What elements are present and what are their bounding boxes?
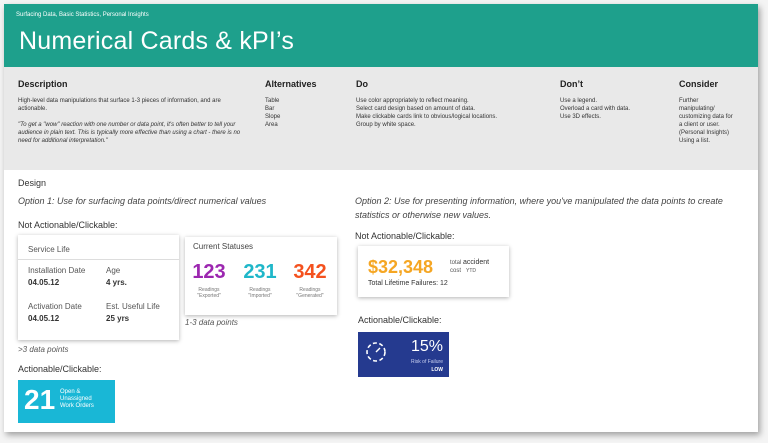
- option1-text: Option 1: Use for surfacing data points/…: [18, 196, 267, 206]
- risk-of-failure-tile[interactable]: 15% Risk of Failure LOW: [358, 332, 449, 377]
- not-actionable-label-right: Not Actionable/Clickable:: [355, 231, 455, 241]
- work-orders-tile[interactable]: 21 Open & Unassigned Work Orders: [18, 380, 115, 423]
- exported-value: 123: [192, 261, 226, 283]
- consider-item: manipulating/: [679, 106, 715, 112]
- service-life-card: Service Life Installation Date 04.05.12 …: [18, 235, 179, 340]
- statuses-title: Current Statuses: [193, 242, 254, 251]
- consider-item: (Personal Insights): [679, 130, 730, 136]
- alternatives-item: Table: [265, 98, 280, 104]
- breadcrumb: Surfacing Data, Basic Statistics, Person…: [16, 12, 149, 18]
- installation-date-label: Installation Date: [28, 266, 86, 275]
- dont-item: Use a legend.: [560, 98, 598, 104]
- description-column: Description High-level data manipulation…: [18, 79, 248, 145]
- accident-cost-value: $32,348: [368, 257, 434, 277]
- age-label: Age: [106, 266, 121, 275]
- consider-item: Further: [679, 98, 699, 104]
- header-banner: Surfacing Data, Basic Statistics, Person…: [4, 4, 758, 67]
- alternatives-item: Area: [265, 122, 278, 128]
- divider: [18, 259, 179, 260]
- activation-date-label: Activation Date: [28, 302, 82, 311]
- consider-column: Consider Further manipulating/ customizi…: [679, 79, 754, 145]
- actionable-label-right: Actionable/Clickable:: [358, 315, 442, 325]
- accident-cost-card: $32,348 total accident cost YTD Total Li…: [358, 246, 509, 297]
- actionable-label-left: Actionable/Clickable:: [18, 364, 102, 374]
- do-column: Do Use color appropriately to reflect me…: [356, 79, 546, 129]
- age-value: 4 yrs.: [106, 278, 127, 287]
- installation-date-value: 04.05.12: [28, 278, 60, 287]
- activation-date-value: 04.05.12: [28, 314, 60, 323]
- do-item: Use color appropriately to reflect meani…: [356, 98, 469, 104]
- alternatives-column: Alternatives Table Bar Slope Area: [265, 79, 345, 129]
- dont-item: Use 3D effects.: [560, 114, 601, 120]
- exported-caption: Readings "Exported": [197, 287, 221, 299]
- generated-value: 342: [293, 261, 327, 283]
- page-title: Numerical Cards & kPI’s: [19, 27, 295, 55]
- lifetime-failures: Total Lifetime Failures: 12: [368, 280, 448, 287]
- do-item: Select card design based on amount of da…: [356, 106, 476, 112]
- gauge-icon: [366, 342, 386, 362]
- alternatives-item: Bar: [265, 106, 275, 112]
- consider-heading: Consider: [679, 79, 719, 89]
- useful-life-value: 25 yrs: [106, 314, 130, 323]
- kpi-total-word: total accident: [450, 259, 490, 266]
- consider-item: customizing data for: [679, 114, 733, 120]
- current-statuses-card: Current Statuses 123 Readings "Exported" …: [185, 237, 337, 315]
- dont-item: Overload a card with data.: [560, 106, 631, 112]
- do-item: Group by white space.: [356, 122, 416, 128]
- dont-heading: Don’t: [560, 79, 583, 89]
- useful-life-label: Est. Useful Life: [106, 302, 160, 311]
- alternatives-heading: Alternatives: [265, 79, 317, 89]
- generated-caption: Readings "Generated": [296, 287, 324, 299]
- option2-text: Option 2: Use for presenting information…: [355, 196, 723, 220]
- imported-value: 231: [243, 261, 277, 283]
- risk-level: LOW: [431, 367, 443, 373]
- risk-label: Risk of Failure: [411, 359, 443, 365]
- imported-caption: Readings "Imported": [248, 287, 272, 299]
- do-heading: Do: [356, 79, 368, 89]
- few-points-note: 1-3 data points: [185, 318, 238, 327]
- design-heading: Design: [18, 178, 47, 188]
- do-item: Make clickable cards link to obvious/log…: [356, 114, 498, 120]
- alternatives-item: Slope: [265, 114, 281, 120]
- risk-value: 15%: [410, 338, 443, 355]
- slide: Surfacing Data, Basic Statistics, Person…: [4, 4, 758, 432]
- consider-item: Using a list.: [679, 138, 711, 144]
- guidelines-panel: Description High-level data manipulation…: [4, 67, 758, 170]
- description-body: High-level data manipulations that surfa…: [18, 98, 221, 112]
- work-orders-caption: Open & Unassigned Work Orders: [60, 389, 94, 409]
- service-life-title: Service Life: [28, 245, 70, 254]
- more-points-note: >3 data points: [18, 345, 69, 354]
- kpi-cost-word: cost YTD: [450, 268, 477, 274]
- description-heading: Description: [18, 79, 68, 89]
- description-quote: "To get a "wow" reaction with one number…: [18, 122, 241, 144]
- consider-item: a client or user.: [679, 122, 720, 128]
- not-actionable-label: Not Actionable/Clickable:: [18, 220, 118, 230]
- dont-column: Don’t Use a legend. Overload a card with…: [560, 79, 660, 121]
- work-orders-value: 21: [24, 384, 56, 415]
